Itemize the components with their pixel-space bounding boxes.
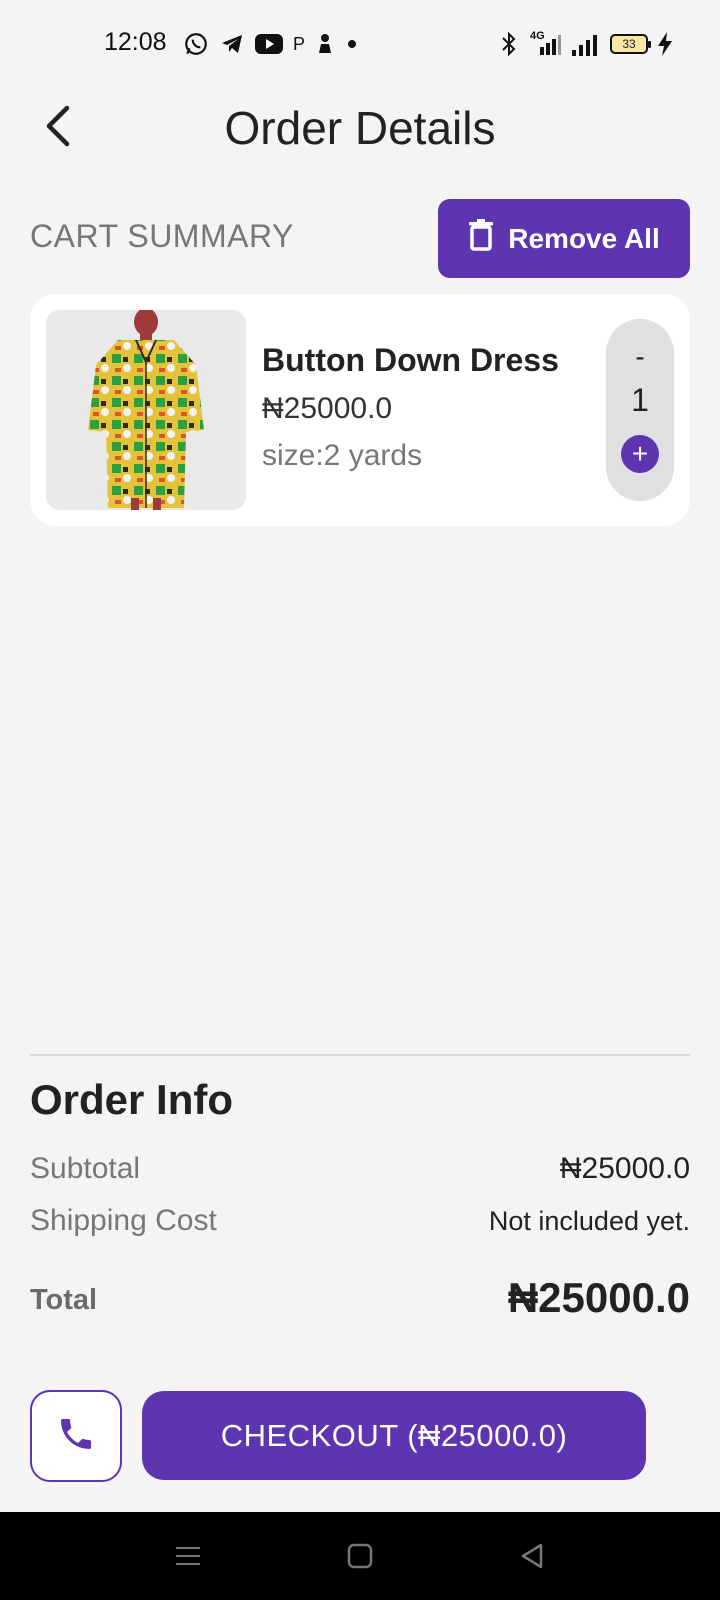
status-time: 12:08 — [104, 28, 167, 56]
page-title: Order Details — [224, 102, 496, 154]
divider — [30, 1054, 690, 1056]
increase-quantity-button[interactable]: + — [621, 435, 659, 473]
bluetooth-icon — [500, 30, 518, 58]
whatsapp-icon — [183, 30, 209, 58]
network-4g-icon: 4G — [528, 30, 562, 58]
status-bar: 12:08 P 4G 33 — [0, 0, 720, 90]
signal-icon — [572, 30, 600, 58]
subtotal-value: ₦25000.0 — [559, 1152, 690, 1185]
quantity-value: 1 — [631, 382, 649, 418]
cart-summary-label: CART SUMMARY — [30, 218, 294, 254]
product-price: ₦25000.0 — [262, 392, 393, 425]
system-icons: 4G 33 — [500, 30, 672, 58]
phone-icon — [56, 1414, 96, 1459]
decrease-quantity-button[interactable]: - — [606, 341, 674, 373]
battery-icon: 33 — [610, 34, 651, 54]
charging-icon — [658, 30, 672, 58]
checkout-button[interactable]: CHECKOUT (₦25000.0) — [142, 1391, 646, 1480]
remove-all-label: Remove All — [508, 222, 660, 254]
shipping-value: Not included yet. — [488, 1206, 690, 1236]
navigation-bar — [0, 1512, 720, 1600]
telegram-icon — [219, 30, 245, 58]
shipping-label: Shipping Cost — [30, 1204, 217, 1237]
back-triangle-icon[interactable] — [510, 1534, 554, 1578]
youtube-icon — [255, 30, 283, 58]
plus-icon: + — [631, 438, 649, 469]
product-name: Button Down Dress — [262, 342, 559, 378]
call-button[interactable] — [30, 1390, 122, 1482]
trash-icon — [468, 219, 494, 258]
dot-icon — [345, 30, 359, 58]
subtotal-label: Subtotal — [30, 1152, 141, 1185]
quantity-stepper: - 1 + — [606, 319, 674, 501]
cart-item-card[interactable]: Button Down Dress ₦25000.0 size:2 yards … — [30, 294, 690, 526]
p-letter-icon: P — [293, 33, 306, 54]
home-square-icon[interactable] — [338, 1534, 382, 1578]
product-image — [46, 310, 246, 510]
order-info-title: Order Info — [30, 1076, 234, 1123]
network-label: 4G — [530, 30, 545, 42]
menu-icon[interactable] — [166, 1534, 210, 1578]
product-size: size:2 yards — [262, 439, 423, 472]
notification-icons: P — [183, 30, 359, 58]
chess-pawn-icon — [315, 30, 335, 58]
battery-level: 33 — [622, 37, 636, 51]
total-value: ₦25000.0 — [507, 1274, 690, 1321]
total-label: Total — [30, 1284, 98, 1316]
remove-all-button[interactable]: Remove All — [438, 199, 690, 278]
